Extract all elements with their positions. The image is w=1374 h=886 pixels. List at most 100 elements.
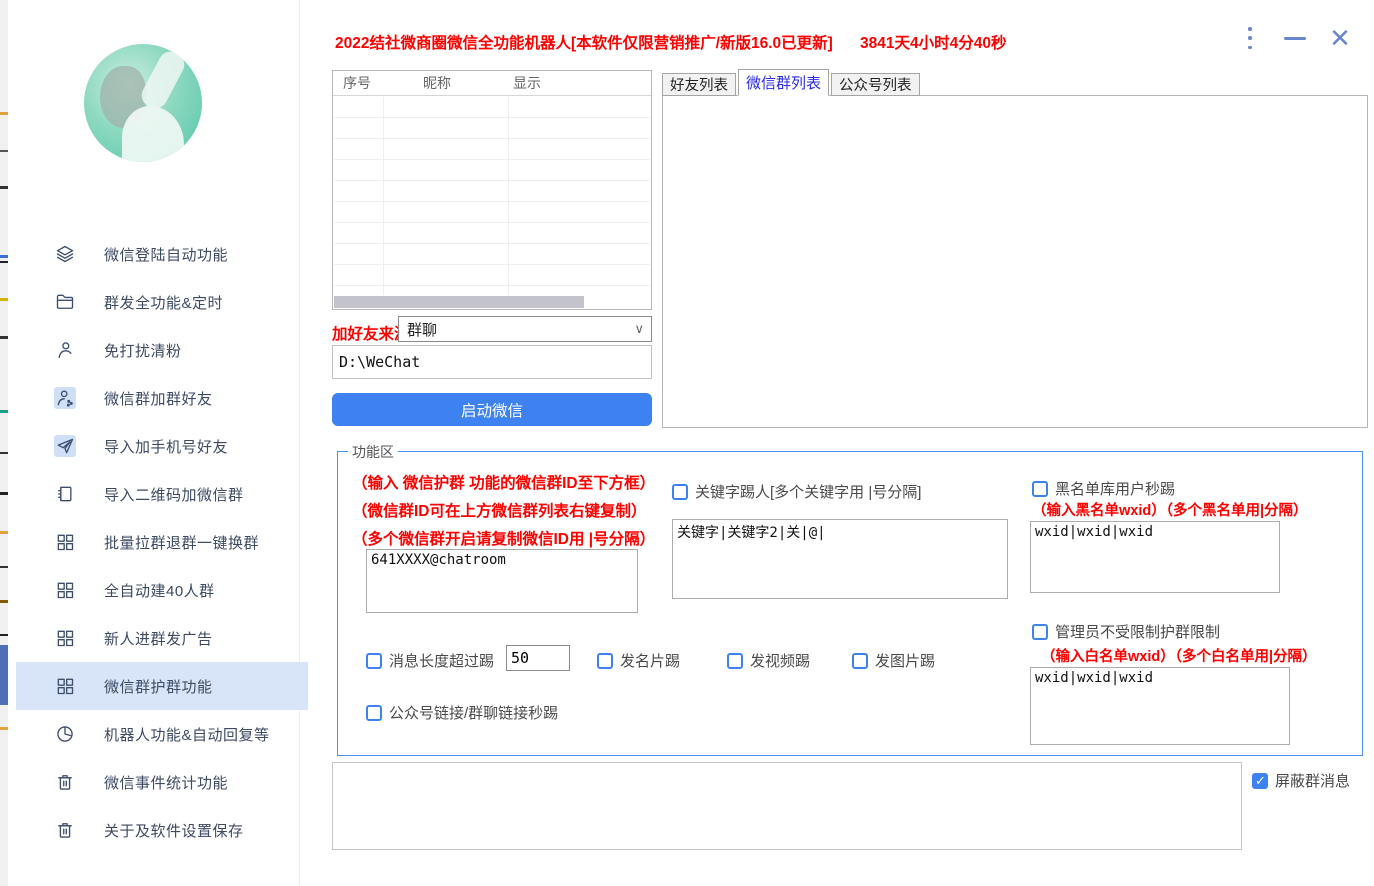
blacklist-hint: （输入黑名单wxid）（多个黑名单用|分隔） <box>1032 499 1308 520</box>
keyword-textarea[interactable]: 关键字|关键字2|关|@| <box>672 519 1008 599</box>
sidebar-item-label: 微信事件统计功能 <box>104 772 228 793</box>
person-add-icon <box>54 387 76 409</box>
grid-icon <box>54 675 76 697</box>
video-kick-label: 发视频踢 <box>750 650 810 671</box>
group-list-panel <box>662 95 1368 428</box>
app-window: 微信登陆自动功能 群发全功能&定时 免打扰清粉 微信群加群好友 <box>0 0 1374 886</box>
sidebar-item-label: 免打扰清粉 <box>104 340 182 361</box>
link-kick-label: 公众号链接/群聊链接秒踢 <box>389 702 558 723</box>
sidebar-item-auto-create-group[interactable]: 全自动建40人群 <box>16 566 308 614</box>
tab-group-list[interactable]: 微信群列表 <box>738 69 829 96</box>
sidebar-item-label: 微信登陆自动功能 <box>104 244 228 265</box>
image-kick-label: 发图片踢 <box>875 650 935 671</box>
sidebar-item-batch-group[interactable]: 批量拉群退群一键换群 <box>16 518 308 566</box>
grid-icon <box>54 627 76 649</box>
keyword-kick-checkbox[interactable] <box>672 484 688 500</box>
admin-exempt-label: 管理员不受限制护群限制 <box>1055 621 1220 642</box>
sidebar-item-import-qrcode[interactable]: 导入二维码加微信群 <box>16 470 308 518</box>
blacklist-label: 黑名单库用户秒踢 <box>1055 478 1175 499</box>
image-kick-checkbox[interactable] <box>852 653 868 669</box>
sidebar-item-group-guard[interactable]: 微信群护群功能 <box>16 662 308 710</box>
friend-source-select[interactable]: 群聊 <box>398 316 652 342</box>
sidebar-item-label: 批量拉群退群一键换群 <box>104 532 259 553</box>
footer-block-msgs-row: 屏蔽群消息 <box>1252 770 1350 791</box>
log-box <box>332 762 1242 850</box>
app-title: 2022结社微商圈微信全功能机器人[本软件仅限营销推广/新版16.0已更新] <box>335 31 833 53</box>
sidebar-item-label: 关于及软件设置保存 <box>104 820 244 841</box>
sidebar-item-label: 微信群护群功能 <box>104 676 213 697</box>
keyword-kick-label: 关键字踢人[多个关键字用 |号分隔] <box>695 481 921 502</box>
minimize-icon[interactable] <box>1284 37 1306 40</box>
blacklist-checkbox[interactable] <box>1032 481 1048 497</box>
start-wechat-button[interactable]: 启动微信 <box>332 393 652 426</box>
blacklist-textarea[interactable]: wxid|wxid|wxid <box>1030 521 1280 593</box>
sidebar-item-event-stats[interactable]: 微信事件统计功能 <box>16 758 308 806</box>
friend-table-hscrollbar <box>334 296 650 308</box>
sidebar-item-robot-autoreply[interactable]: 机器人功能&自动回复等 <box>16 710 308 758</box>
avatar <box>84 44 202 162</box>
sidebar-item-about-settings[interactable]: 关于及软件设置保存 <box>16 806 308 854</box>
video-kick-checkbox[interactable] <box>727 653 743 669</box>
sidebar-item-group-add-friends[interactable]: 微信群加群好友 <box>16 374 308 422</box>
sidebar-item-label: 导入加手机号好友 <box>104 436 228 457</box>
grid-icon <box>54 531 76 553</box>
close-icon[interactable] <box>1326 24 1354 52</box>
list-tabbar: 好友列表 微信群列表 公众号列表 <box>662 70 922 96</box>
msg-length-input[interactable] <box>506 645 570 671</box>
blacklist-row: 黑名单库用户秒踢 <box>1032 478 1175 499</box>
sidebar-item-clean-fans[interactable]: 免打扰清粉 <box>16 326 308 374</box>
footer-block-msgs-checkbox[interactable] <box>1252 773 1268 789</box>
msg-length-row: 消息长度超过踢 <box>366 650 494 671</box>
sidebar-item-wechat-login[interactable]: 微信登陆自动功能 <box>16 230 308 278</box>
group-id-textarea[interactable]: 641XXXX@chatroom <box>366 549 638 613</box>
link-kick-checkbox[interactable] <box>366 705 382 721</box>
admin-exempt-checkbox[interactable] <box>1032 624 1048 640</box>
kebab-menu-icon[interactable] <box>1245 27 1255 49</box>
guard-hint-3: （多个微信群开启请复制微信ID用 |号分隔） <box>352 527 655 549</box>
log-textarea[interactable] <box>333 763 1241 849</box>
msg-length-label: 消息长度超过踢 <box>389 650 494 671</box>
whitelist-hint: （输入白名单wxid）（多个白名单用|分隔） <box>1041 645 1317 666</box>
person-icon <box>54 339 76 361</box>
folder-icon <box>54 291 76 313</box>
link-kick-row: 公众号链接/群聊链接秒踢 <box>366 702 558 723</box>
function-area-title: 功能区 <box>348 442 398 462</box>
sidebar-item-label: 新人进群发广告 <box>104 628 213 649</box>
background-window-sliver <box>0 0 8 886</box>
guard-hint-1: （输入 微信护群 功能的微信群ID至下方框） <box>352 471 655 493</box>
admin-exempt-row: 管理员不受限制护群限制 <box>1032 621 1220 642</box>
send-icon <box>54 435 76 457</box>
trash-icon <box>54 771 76 793</box>
notebook-icon <box>54 483 76 505</box>
sidebar-item-mass-send[interactable]: 群发全功能&定时 <box>16 278 308 326</box>
tab-official-account-list[interactable]: 公众号列表 <box>831 73 920 96</box>
friend-source-value: 群聊 <box>407 319 437 340</box>
sidebar-item-label: 群发全功能&定时 <box>104 292 223 313</box>
card-kick-row: 发名片踢 <box>597 650 680 671</box>
keyword-kick-row: 关键字踢人[多个关键字用 |号分隔] <box>672 481 921 502</box>
msg-length-checkbox[interactable] <box>366 653 382 669</box>
sidebar-item-label: 导入二维码加微信群 <box>104 484 244 505</box>
column-header: 显示 <box>513 73 541 93</box>
video-kick-row: 发视频踢 <box>727 650 810 671</box>
sidebar-item-label: 全自动建40人群 <box>104 580 215 601</box>
friend-table-header: 序号 昵称 显示 <box>333 71 651 96</box>
clock-icon <box>54 723 76 745</box>
uptime-timer: 3841天4小时4分40秒 <box>860 31 1006 53</box>
trash-icon <box>54 819 76 841</box>
image-kick-row: 发图片踢 <box>852 650 935 671</box>
column-header: 序号 <box>343 73 423 93</box>
whitelist-textarea[interactable]: wxid|wxid|wxid <box>1030 667 1290 745</box>
sidebar-item-import-phone[interactable]: 导入加手机号好友 <box>16 422 308 470</box>
sidebar-item-newcomer-ad[interactable]: 新人进群发广告 <box>16 614 308 662</box>
card-kick-label: 发名片踢 <box>620 650 680 671</box>
sidebar-item-label: 微信群加群好友 <box>104 388 213 409</box>
guard-hint-2: （微信群ID可在上方微信群列表右键复制） <box>352 499 647 521</box>
wechat-path-input[interactable] <box>332 345 652 379</box>
grid-icon <box>54 579 76 601</box>
card-kick-checkbox[interactable] <box>597 653 613 669</box>
tab-friend-list[interactable]: 好友列表 <box>662 73 736 96</box>
friend-table-rows <box>334 97 650 295</box>
scrollbar-thumb[interactable] <box>334 296 584 308</box>
sidebar: 微信登陆自动功能 群发全功能&定时 免打扰清粉 微信群加群好友 <box>8 0 300 886</box>
